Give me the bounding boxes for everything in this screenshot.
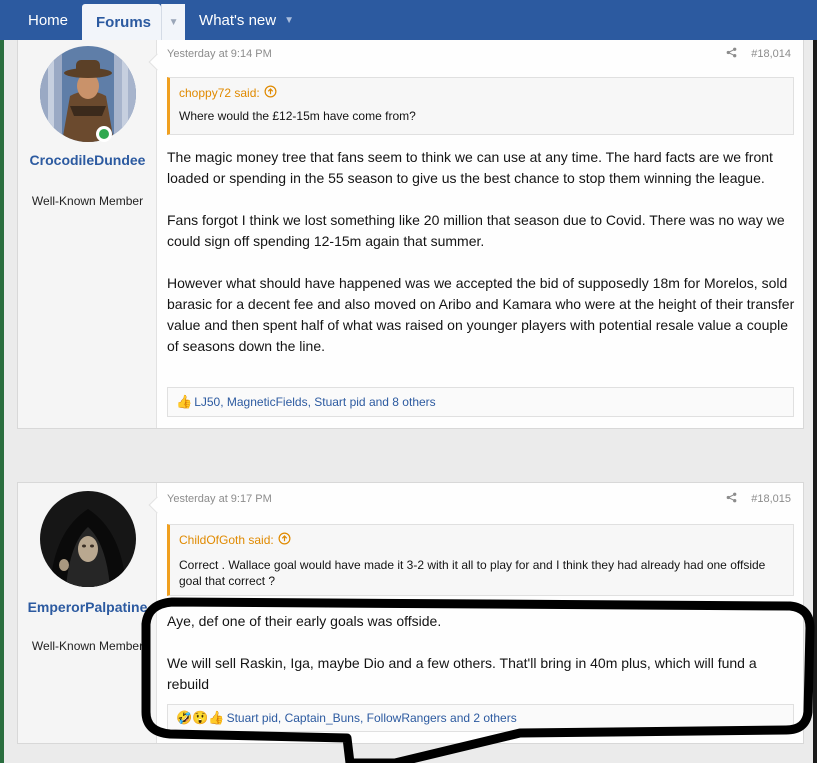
forum-post: CrocodileDundee Well-Known Member Yester… <box>17 40 804 429</box>
online-status-icon <box>96 126 112 142</box>
quote-block: choppy72 said: Where would the £12-15m h… <box>167 77 794 135</box>
arrow-up-circle-icon[interactable] <box>278 532 291 548</box>
post-message: Aye, def one of their early goals was of… <box>167 611 797 716</box>
user-title: Well-Known Member <box>31 194 144 208</box>
reaction-icons: 🤣😲👍 <box>176 710 225 725</box>
message-paragraph: The magic money tree that fans seem to t… <box>167 149 773 186</box>
post-number[interactable]: #18,015 <box>751 493 791 505</box>
quote-block: ChildOfGoth said: Correct . Wallace goal… <box>167 524 794 596</box>
share-icon[interactable] <box>726 47 737 61</box>
message-paragraph: However what should have happened was we… <box>167 275 795 354</box>
reactions-bar[interactable]: 👍 LJ50, MagneticFields, Stuart pid and 8… <box>167 387 794 417</box>
post-timestamp[interactable]: Yesterday at 9:17 PM <box>167 493 272 505</box>
chevron-down-icon[interactable]: ▼ <box>284 0 304 40</box>
reactions-bar[interactable]: 🤣😲👍 Stuart pid, Captain_Buns, FollowRang… <box>167 704 794 732</box>
user-title: Well-Known Member <box>31 639 144 653</box>
nav-forums[interactable]: Forums <box>82 4 162 40</box>
forum-post: EmperorPalpatine Well-Known Member Yeste… <box>17 482 804 744</box>
quote-author[interactable]: ChildOfGoth said: <box>179 533 274 547</box>
avatar[interactable] <box>40 46 136 142</box>
user-panel: CrocodileDundee Well-Known Member <box>18 40 166 428</box>
post-timestamp[interactable]: Yesterday at 9:14 PM <box>167 48 272 60</box>
like-reaction-icon: 👍 <box>176 394 193 409</box>
quote-text: Where would the £12-15m have come from? <box>179 109 416 123</box>
quote-author[interactable]: choppy72 said: <box>179 86 260 100</box>
post-message: The magic money tree that fans seem to t… <box>167 147 797 378</box>
share-icon[interactable] <box>726 492 737 506</box>
page-edge-right <box>813 40 817 763</box>
username[interactable]: CrocodileDundee <box>22 152 153 169</box>
arrow-up-circle-icon[interactable] <box>264 85 277 101</box>
post-body: Yesterday at 9:14 PM #18,014 choppy72 sa… <box>157 40 803 428</box>
nav-whats-new[interactable]: What's new <box>185 0 290 40</box>
reactions-list[interactable]: LJ50, MagneticFields, Stuart pid and 8 o… <box>194 395 435 409</box>
nav-home[interactable]: Home <box>14 0 82 40</box>
post-body: Yesterday at 9:17 PM #18,015 ChildOfGoth… <box>157 483 803 743</box>
username[interactable]: EmperorPalpatine <box>22 599 153 616</box>
post-number[interactable]: #18,014 <box>751 48 791 60</box>
user-panel: EmperorPalpatine Well-Known Member <box>18 483 166 743</box>
message-paragraph: Fans forgot I think we lost something li… <box>167 212 785 249</box>
reactions-list[interactable]: Stuart pid, Captain_Buns, FollowRangers … <box>227 711 517 725</box>
message-paragraph: Aye, def one of their early goals was of… <box>167 613 442 629</box>
top-navigation: Home Forums ▼ What's new ▼ <box>0 0 817 40</box>
page-edge-left <box>0 40 4 763</box>
message-paragraph: We will sell Raskin, Iga, maybe Dio and … <box>167 655 757 692</box>
chevron-down-icon[interactable]: ▼ <box>161 4 186 40</box>
quote-text: Correct . Wallace goal would have made i… <box>179 558 766 588</box>
avatar[interactable] <box>40 491 136 587</box>
